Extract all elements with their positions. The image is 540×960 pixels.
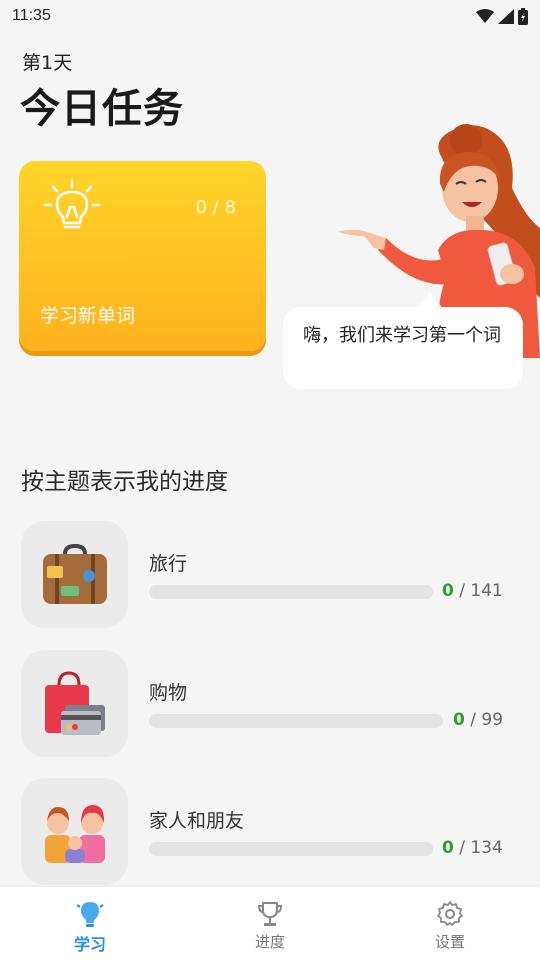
topic-icon-box bbox=[21, 650, 128, 757]
nav-learn[interactable]: 学习 bbox=[0, 887, 180, 960]
topic-score: 0 / 141 bbox=[442, 581, 503, 601]
topic-score: 0 / 99 bbox=[453, 710, 503, 730]
family-icon bbox=[44, 804, 105, 863]
trophy-icon bbox=[255, 899, 285, 929]
topic-progress-bar bbox=[149, 842, 433, 856]
speech-bubble: 嗨，我们来学习第一个词 bbox=[283, 307, 523, 389]
topic-total: / 99 bbox=[470, 710, 504, 730]
bottom-nav: 学习 进度 设置 bbox=[0, 887, 540, 960]
topic-name: 家人和朋友 bbox=[149, 810, 245, 832]
nav-progress-label: 进度 bbox=[254, 933, 285, 951]
topic-icon-box bbox=[21, 778, 128, 885]
topic-total: / 141 bbox=[459, 581, 503, 601]
topic-total: / 134 bbox=[459, 838, 503, 858]
topic-progress-bar bbox=[149, 585, 433, 599]
task-progress: 0 / 8 bbox=[195, 197, 236, 218]
topic-name: 购物 bbox=[149, 682, 188, 704]
status-time: 11:35 bbox=[12, 7, 51, 24]
gear-icon bbox=[435, 899, 465, 929]
signal-icon bbox=[498, 8, 514, 24]
task-card-label: 学习新单词 bbox=[40, 305, 136, 327]
status-icons bbox=[476, 7, 528, 25]
topic-name: 旅行 bbox=[149, 553, 188, 575]
day-label: 第1天 bbox=[22, 52, 73, 74]
lightbulb-icon bbox=[43, 179, 101, 229]
nav-settings[interactable]: 设置 bbox=[360, 887, 540, 960]
topic-done-count: 0 bbox=[442, 838, 454, 858]
topic-travel[interactable]: 旅行 0 / 141 bbox=[21, 521, 521, 629]
topic-done-count: 0 bbox=[442, 581, 454, 601]
suitcase-icon bbox=[42, 543, 107, 604]
topic-shopping[interactable]: 购物 0 / 99 bbox=[21, 650, 521, 758]
page-title: 今日任务 bbox=[20, 86, 184, 132]
topic-progress-bar bbox=[149, 714, 443, 728]
shopping-bag-icon bbox=[44, 670, 105, 735]
nav-settings-label: 设置 bbox=[434, 933, 465, 951]
lightbulb-icon bbox=[75, 899, 105, 929]
topic-icon-box bbox=[21, 521, 128, 628]
learn-new-words-card[interactable]: 0 / 8 学习新单词 bbox=[19, 161, 266, 351]
battery-icon bbox=[518, 7, 528, 25]
wifi-icon bbox=[476, 9, 494, 23]
status-bar: 11:35 bbox=[0, 0, 540, 32]
nav-progress[interactable]: 进度 bbox=[180, 887, 360, 960]
topic-family-friends[interactable]: 家人和朋友 0 / 134 bbox=[21, 778, 521, 886]
section-title: 按主题表示我的进度 bbox=[21, 469, 228, 495]
topic-done-count: 0 bbox=[453, 710, 465, 730]
topic-score: 0 / 134 bbox=[442, 838, 503, 858]
nav-learn-label: 学习 bbox=[73, 935, 106, 954]
